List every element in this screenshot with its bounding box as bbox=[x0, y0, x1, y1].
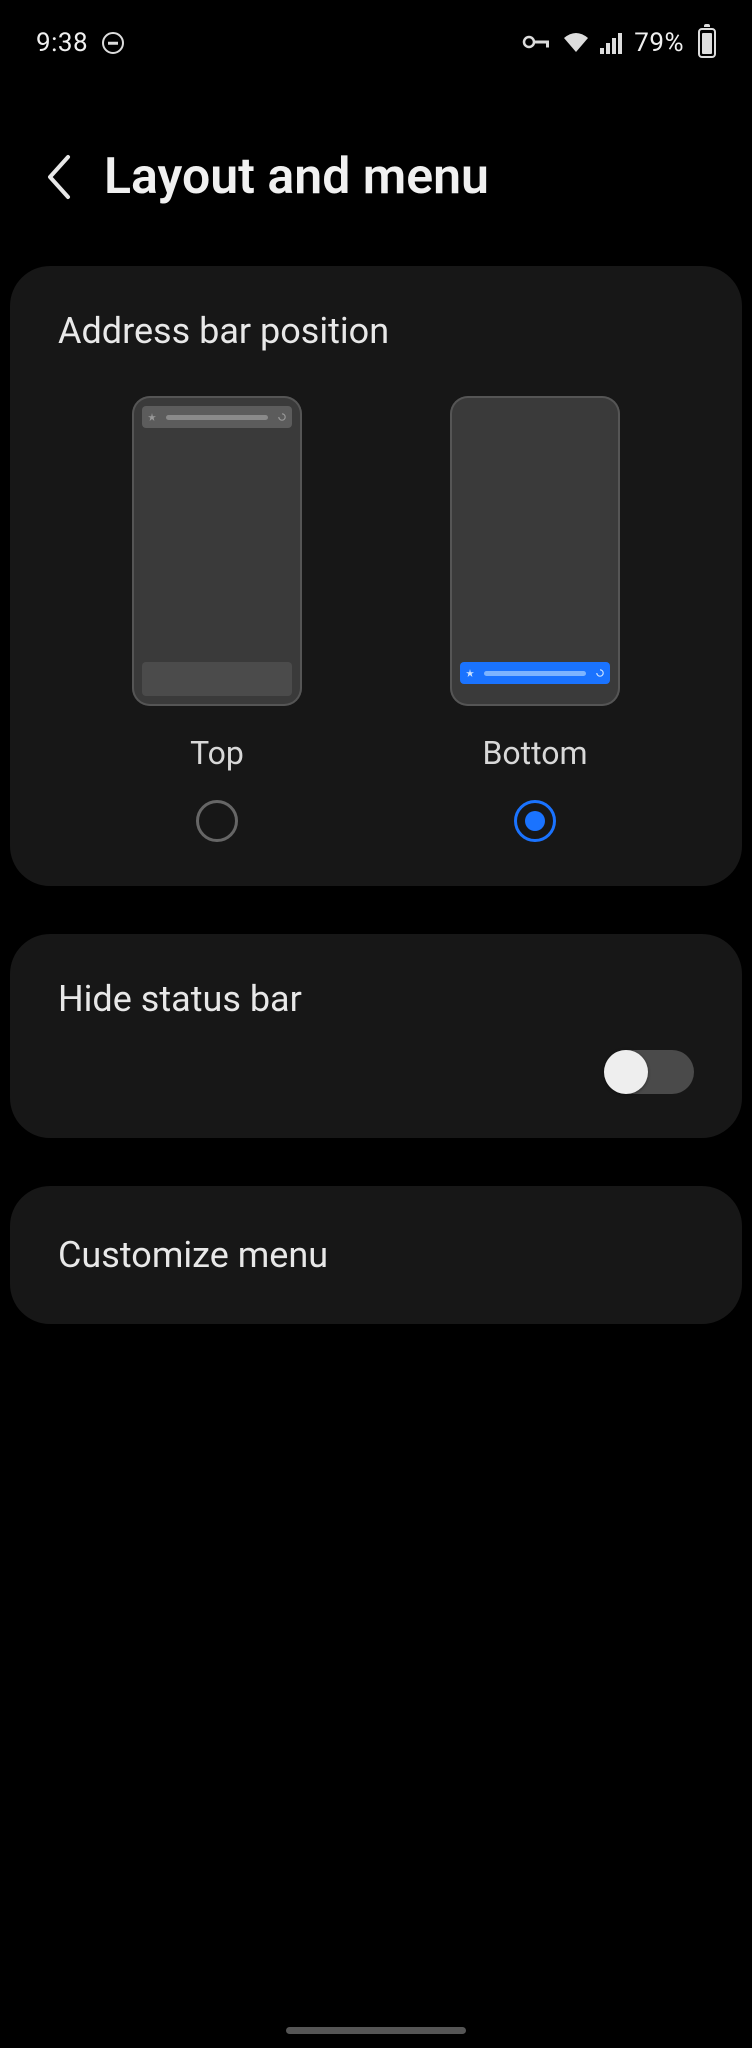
address-bar-options: Top Bottom bbox=[58, 396, 694, 842]
address-bar-option-top-label: Top bbox=[190, 734, 244, 772]
address-bar-position-card: Address bar position Top bbox=[10, 266, 742, 886]
address-bar-position-title: Address bar position bbox=[58, 310, 694, 352]
battery-icon bbox=[698, 28, 716, 58]
address-bar-option-bottom-label: Bottom bbox=[482, 734, 587, 772]
status-bar: 9:38 79% bbox=[0, 0, 752, 58]
wifi-icon bbox=[562, 32, 590, 54]
status-right: 79% bbox=[522, 28, 716, 58]
battery-percent: 79% bbox=[634, 28, 684, 58]
radio-bottom[interactable] bbox=[514, 800, 556, 842]
address-bar-option-top[interactable]: Top bbox=[132, 396, 302, 842]
customize-menu-label: Customize menu bbox=[58, 1234, 694, 1276]
page-title: Layout and menu bbox=[104, 148, 489, 206]
clock: 9:38 bbox=[36, 28, 88, 58]
customize-menu-card[interactable]: Customize menu bbox=[10, 1186, 742, 1324]
cell-signal-icon bbox=[600, 32, 624, 54]
address-bar-option-bottom[interactable]: Bottom bbox=[450, 396, 620, 842]
phone-preview-bottom bbox=[450, 396, 620, 706]
back-icon[interactable] bbox=[44, 153, 74, 201]
dnd-icon bbox=[102, 32, 124, 54]
hide-status-bar-toggle[interactable] bbox=[604, 1050, 694, 1094]
radio-top[interactable] bbox=[196, 800, 238, 842]
hide-status-bar-card[interactable]: Hide status bar bbox=[10, 934, 742, 1138]
status-left: 9:38 bbox=[36, 28, 124, 58]
hide-status-bar-label: Hide status bar bbox=[58, 978, 694, 1020]
vpn-key-icon bbox=[522, 31, 552, 55]
header: Layout and menu bbox=[0, 58, 752, 266]
gesture-bar[interactable] bbox=[286, 2027, 466, 2034]
phone-preview-top bbox=[132, 396, 302, 706]
